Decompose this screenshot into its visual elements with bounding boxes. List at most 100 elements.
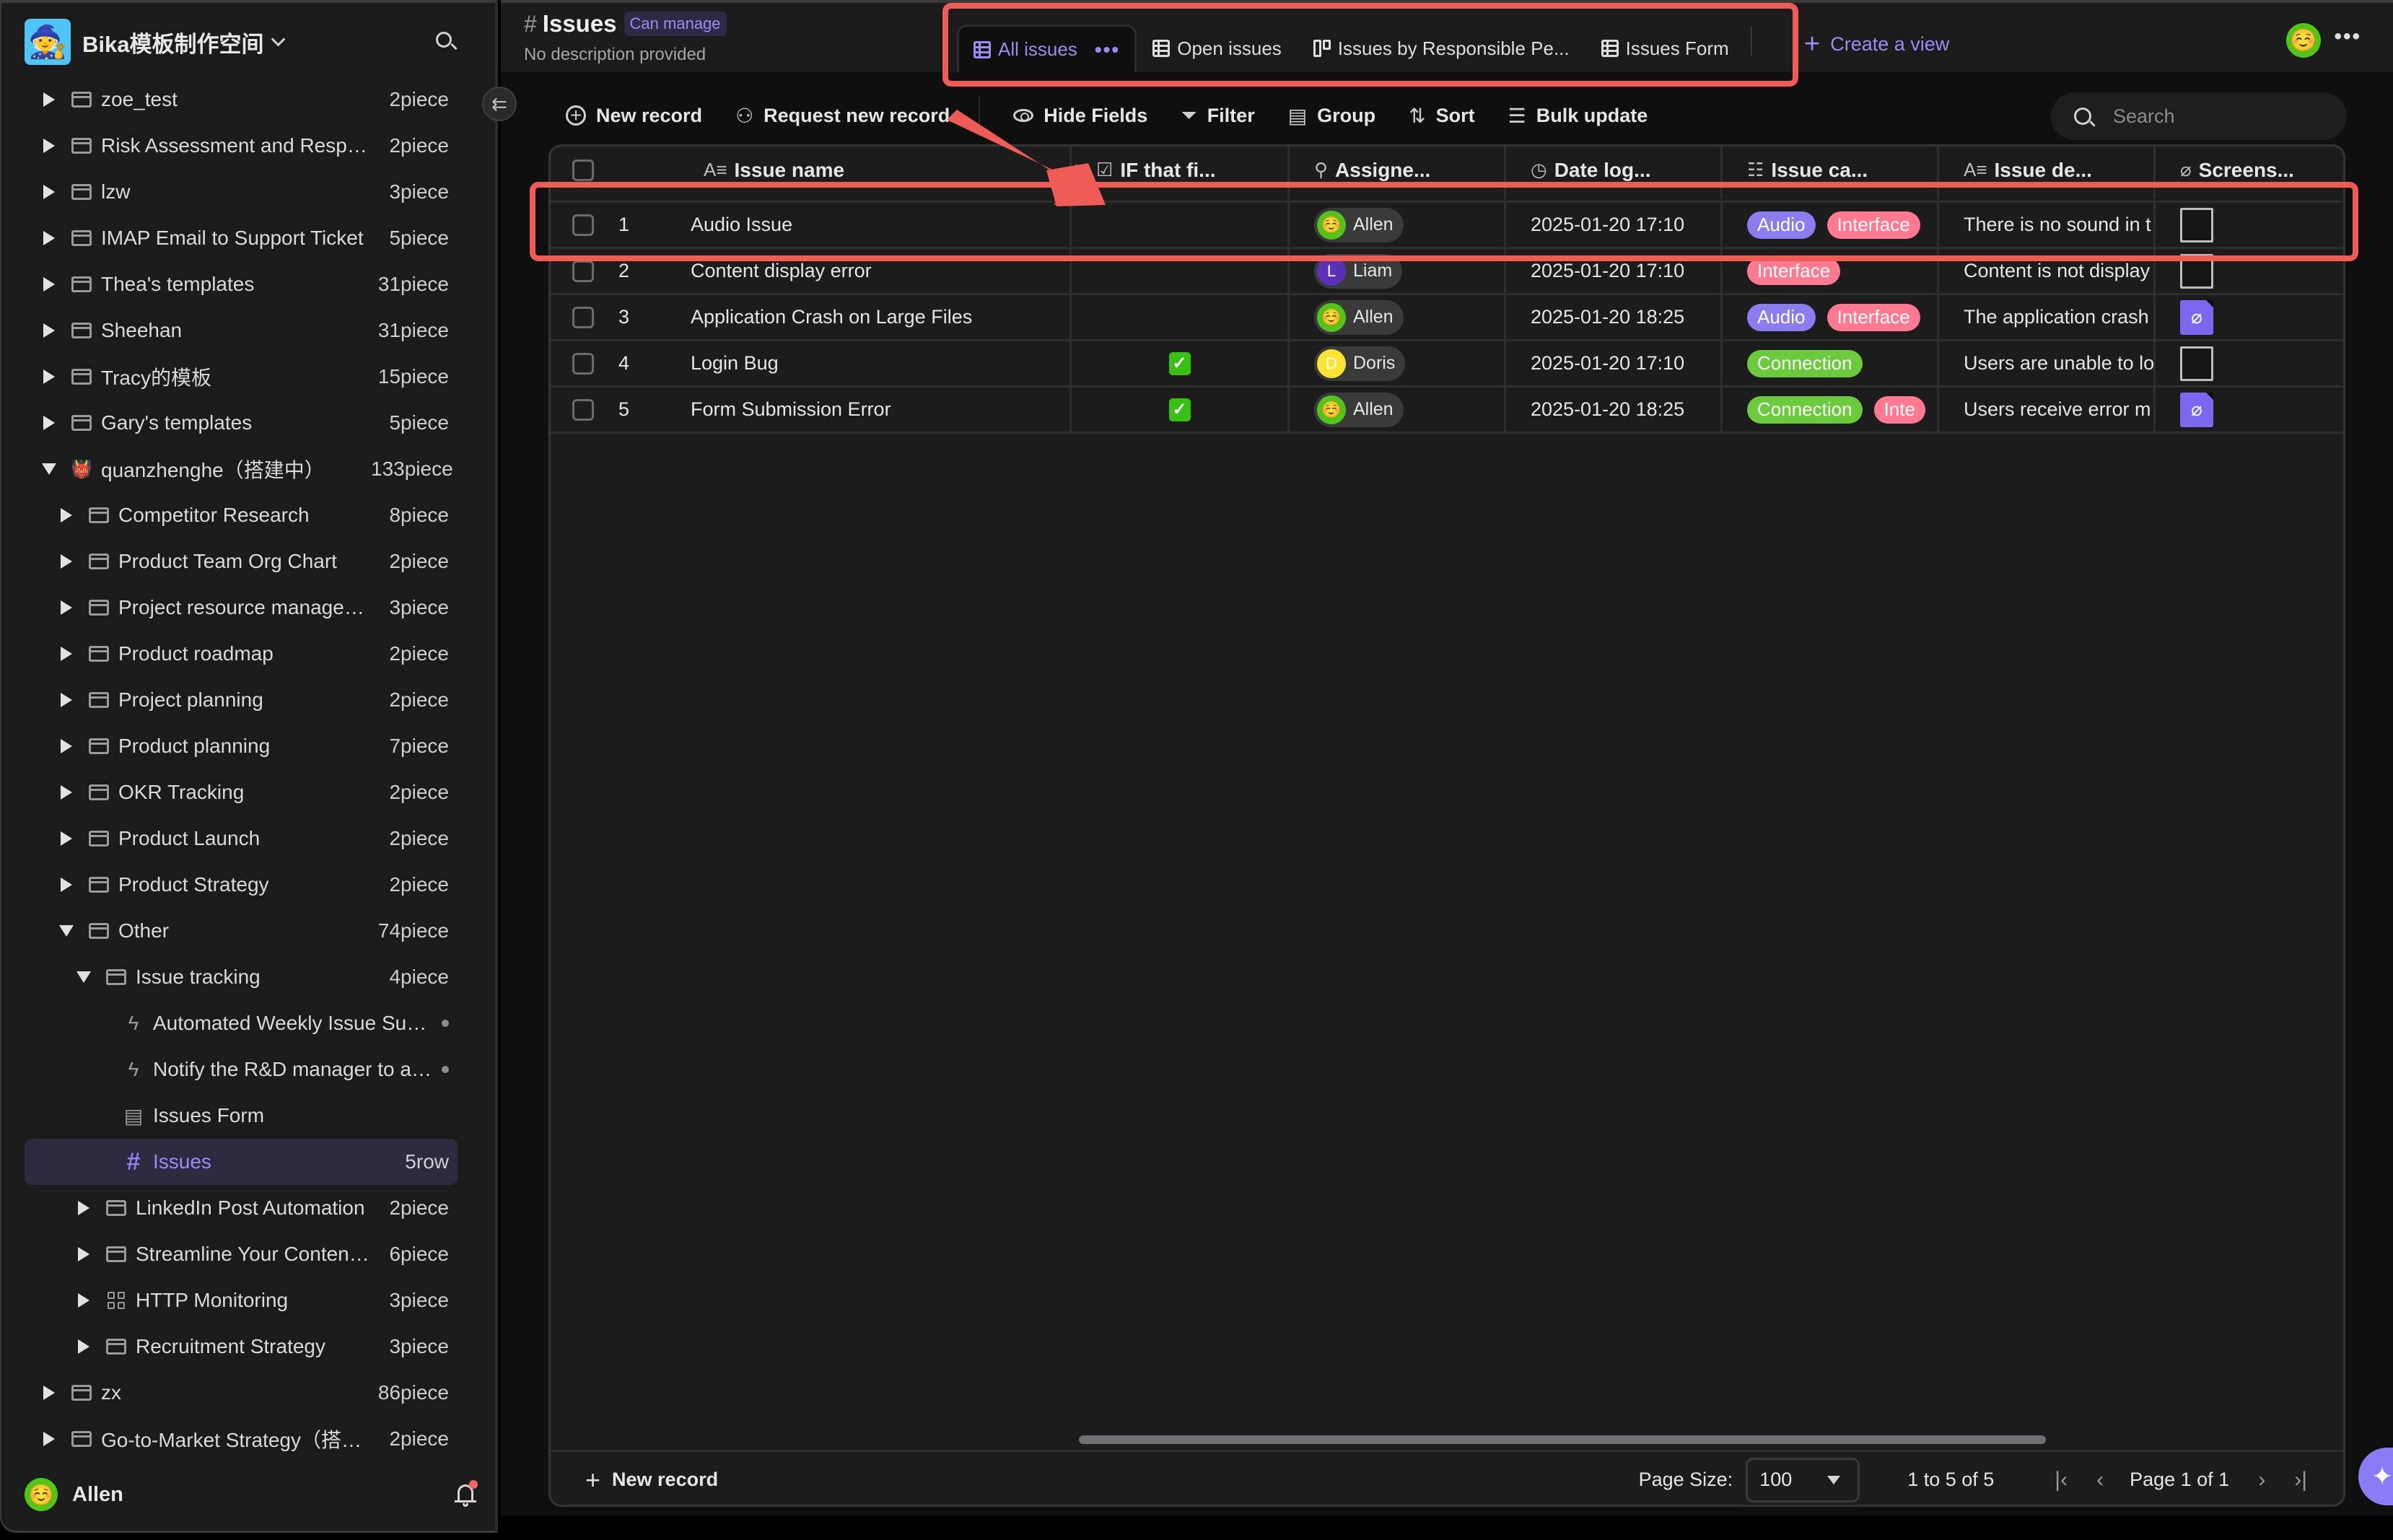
sidebar-item[interactable]: ▤ Issues Form bbox=[25, 1093, 458, 1139]
cell-assignee[interactable]: D Doris bbox=[1290, 341, 1506, 385]
cell-checkbox[interactable]: ✓ bbox=[1072, 388, 1290, 432]
more-options-icon[interactable]: ••• bbox=[2334, 25, 2361, 49]
table-row[interactable]: 1 Audio Issue ☺️ Allen 2025-01-20 17:10 Audio… bbox=[551, 203, 2343, 249]
cell-assignee[interactable]: ☺️ Allen bbox=[1290, 295, 1506, 339]
row-checkbox[interactable] bbox=[572, 260, 594, 282]
cell-description[interactable]: Content is not display bbox=[1939, 249, 2156, 293]
page-title-text[interactable]: Issues bbox=[543, 10, 617, 38]
first-page-icon[interactable]: |‹ bbox=[2055, 1468, 2068, 1492]
sidebar-item[interactable]: Product Team Org Chart 2piece bbox=[25, 538, 458, 585]
cell-checkbox[interactable] bbox=[1072, 295, 1290, 339]
sidebar-item[interactable]: ϟ Automated Weekly Issue Su… bbox=[25, 1000, 458, 1046]
member-chip[interactable]: ☺️ Allen bbox=[1314, 299, 1404, 335]
hide-fields-button[interactable]: Hide Fields bbox=[1013, 105, 1147, 127]
column-header-description[interactable]: A≡ Issue de... bbox=[1939, 146, 2156, 199]
cell-checkbox[interactable] bbox=[1072, 249, 1290, 293]
sidebar-item[interactable]: Product roadmap 2piece bbox=[25, 631, 458, 677]
cell-issue-name[interactable]: 3 Application Crash on Large Files bbox=[551, 295, 1072, 339]
caret-right-icon[interactable] bbox=[39, 231, 59, 245]
sidebar-item[interactable]: Project planning 2piece bbox=[25, 677, 458, 723]
page-size-select[interactable]: 100 bbox=[1746, 1457, 1860, 1502]
cell-category[interactable]: Audio Interface bbox=[1723, 295, 1939, 339]
search-input[interactable]: Search bbox=[2051, 92, 2347, 140]
cell-category[interactable]: Audio Interface bbox=[1723, 203, 1939, 247]
cell-date[interactable]: 2025-01-20 18:25 bbox=[1506, 388, 1723, 432]
sidebar-item[interactable]: Go-to-Market Strategy（搭… 2piece bbox=[25, 1416, 458, 1462]
attachment-file-icon[interactable]: ⌀ bbox=[2180, 392, 2213, 427]
member-chip[interactable]: ☺️ Allen bbox=[1314, 392, 1404, 427]
checked-checkbox-icon[interactable]: ✓ bbox=[1168, 351, 1191, 375]
table-row[interactable]: 3 Application Crash on Large Files ☺️ Allen… bbox=[551, 295, 2343, 341]
caret-right-icon[interactable] bbox=[39, 277, 59, 292]
caret-right-icon[interactable] bbox=[56, 600, 76, 615]
new-record-button[interactable]: + New record bbox=[566, 105, 702, 127]
view-more-icon[interactable]: ••• bbox=[1095, 38, 1120, 61]
row-checkbox[interactable] bbox=[572, 398, 594, 421]
empty-attachment-slot[interactable] bbox=[2180, 253, 2213, 289]
sidebar-item[interactable]: Tracy的模板 15piece bbox=[25, 354, 458, 400]
checked-checkbox-icon[interactable]: ✓ bbox=[1168, 398, 1191, 421]
sidebar-item[interactable]: Competitor Research 8piece bbox=[25, 492, 458, 538]
tab-all-issues[interactable]: All issues ••• bbox=[957, 25, 1137, 72]
caret-right-icon[interactable] bbox=[39, 92, 59, 107]
filter-button[interactable]: ⏷ Filter bbox=[1181, 104, 1254, 128]
request-new-record-button[interactable]: ⚇ Request new record bbox=[735, 104, 950, 128]
sidebar-item[interactable]: zx 86piece bbox=[25, 1370, 458, 1416]
caret-right-icon[interactable] bbox=[39, 416, 59, 430]
cell-issue-name[interactable]: 1 Audio Issue bbox=[551, 203, 1072, 247]
collapse-sidebar-button[interactable]: ⇇ bbox=[482, 87, 517, 121]
sidebar-item[interactable]: # Issues 5row bbox=[25, 1139, 458, 1185]
sidebar-item[interactable]: 👹 quanzhenghe（搭建中） 133piece bbox=[25, 446, 458, 492]
cell-assignee[interactable]: ☺️ Allen bbox=[1290, 203, 1506, 247]
cell-date[interactable]: 2025-01-20 18:25 bbox=[1506, 295, 1723, 339]
workspace-logo[interactable]: 🧙 bbox=[25, 19, 71, 65]
sidebar-item[interactable]: Gary's templates 5piece bbox=[25, 400, 458, 446]
caret-right-icon[interactable] bbox=[56, 878, 76, 892]
caret-down-icon[interactable] bbox=[39, 463, 59, 475]
caret-right-icon[interactable] bbox=[74, 1247, 94, 1261]
empty-attachment-slot[interactable] bbox=[2180, 346, 2213, 381]
sidebar-item[interactable]: Sheehan 31piece bbox=[25, 307, 458, 354]
cell-category[interactable]: Connection Inte bbox=[1723, 388, 1939, 432]
sidebar-item[interactable]: Project resource manage… 3piece bbox=[25, 585, 458, 631]
tab-open-issues[interactable]: Open issues bbox=[1137, 25, 1298, 72]
caret-right-icon[interactable] bbox=[39, 369, 59, 384]
tab-issues-by-responsible-person[interactable]: Issues by Responsible Pe... bbox=[1298, 25, 1585, 72]
sidebar-item[interactable]: Product planning 7piece bbox=[25, 723, 458, 769]
caret-right-icon[interactable] bbox=[39, 139, 59, 153]
caret-right-icon[interactable] bbox=[56, 508, 76, 522]
column-header-checkbox[interactable]: ☑ IF that fi... bbox=[1072, 146, 1290, 199]
current-user[interactable]: ☺️ Allen bbox=[25, 1471, 478, 1518]
cell-category[interactable]: Interface bbox=[1723, 249, 1939, 293]
sidebar-item[interactable]: LinkedIn Post Automation 2piece bbox=[25, 1185, 458, 1231]
sidebar-item[interactable]: lzw 3piece bbox=[25, 169, 458, 215]
caret-right-icon[interactable] bbox=[39, 1432, 59, 1446]
cell-screenshot[interactable] bbox=[2156, 341, 2343, 385]
cell-category[interactable]: Connection bbox=[1723, 341, 1939, 385]
row-checkbox[interactable] bbox=[572, 352, 594, 375]
cell-description[interactable]: The application crash bbox=[1939, 295, 2156, 339]
cell-screenshot[interactable]: ⌀ bbox=[2156, 295, 2343, 339]
caret-right-icon[interactable] bbox=[56, 739, 76, 753]
cell-description[interactable]: Users receive error m bbox=[1939, 388, 2156, 432]
table-row[interactable]: 5 Form Submission Error ✓ ☺️ Allen 2025-01-20… bbox=[551, 388, 2343, 434]
cell-description[interactable]: There is no sound in t bbox=[1939, 203, 2156, 247]
caret-right-icon[interactable] bbox=[56, 785, 76, 800]
search-icon[interactable] bbox=[432, 27, 460, 56]
sidebar-item[interactable]: OKR Tracking 2piece bbox=[25, 769, 458, 815]
workspace-name[interactable]: Bika模板制作空间 bbox=[82, 26, 263, 58]
sidebar-item[interactable]: ϟ Notify the R&D manager to a… bbox=[25, 1046, 458, 1093]
member-chip[interactable]: ☺️ Allen bbox=[1314, 207, 1404, 242]
notification-bell-icon[interactable] bbox=[453, 1480, 478, 1509]
page-description[interactable]: No description provided bbox=[524, 45, 706, 65]
caret-right-icon[interactable] bbox=[39, 185, 59, 199]
cell-date[interactable]: 2025-01-20 17:10 bbox=[1506, 203, 1723, 247]
sidebar-item[interactable]: Risk Assessment and Respo… 2piece bbox=[25, 123, 458, 169]
caret-right-icon[interactable] bbox=[56, 554, 76, 569]
cell-date[interactable]: 2025-01-20 17:10 bbox=[1506, 249, 1723, 293]
cell-assignee[interactable]: ☺️ Allen bbox=[1290, 388, 1506, 432]
table-row[interactable]: 4 Login Bug ✓ D Doris 2025-01-20 17:10 Connect… bbox=[551, 341, 2343, 388]
sidebar-item[interactable]: IMAP Email to Support Ticket 5piece bbox=[25, 215, 458, 261]
avatar[interactable]: ☺️ bbox=[2286, 23, 2321, 58]
member-chip[interactable]: L Liam bbox=[1314, 253, 1403, 289]
